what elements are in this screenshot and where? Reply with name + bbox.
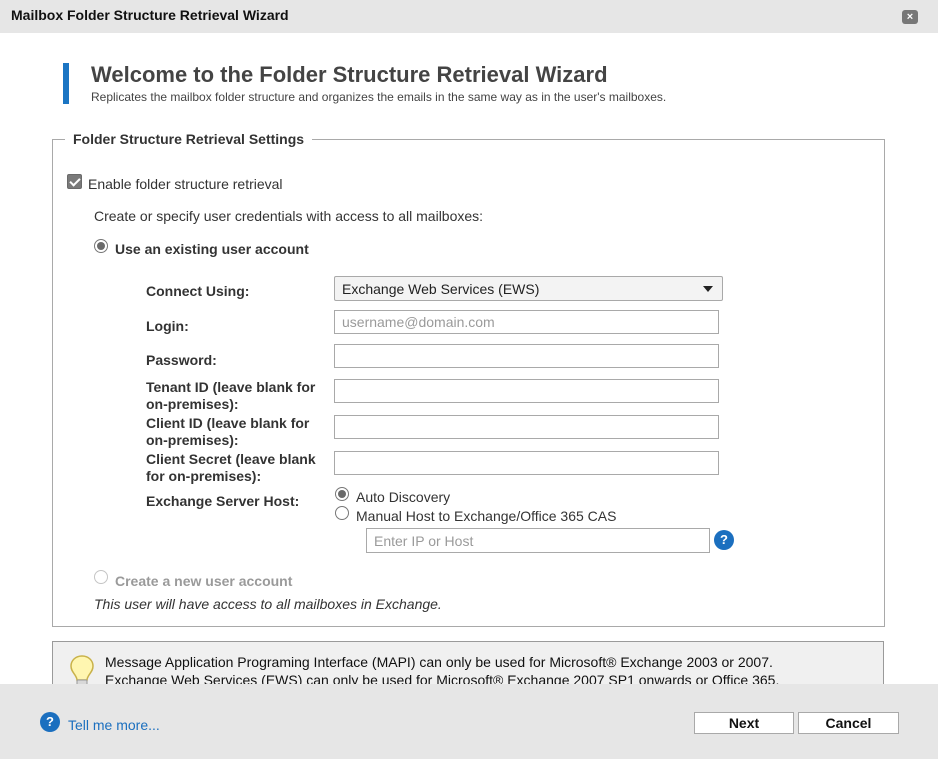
new-account-label[interactable]: Create a new user account: [115, 573, 292, 589]
header-accent-bar: [63, 63, 69, 104]
manual-host-radio[interactable]: [335, 506, 349, 520]
exchange-host-label: Exchange Server Host:: [146, 493, 300, 509]
note-line-1: Message Application Programing Interface…: [105, 654, 773, 670]
settings-legend: Folder Structure Retrieval Settings: [65, 131, 313, 147]
access-note: This user will have access to all mailbo…: [94, 596, 442, 612]
page-subtitle: Replicates the mailbox folder structure …: [91, 90, 667, 104]
title-bar: Mailbox Folder Structure Retrieval Wizar…: [0, 0, 938, 33]
help-icon[interactable]: ?: [714, 530, 734, 550]
client-id-label: Client ID (leave blank for on-premises):: [146, 415, 310, 448]
cancel-button[interactable]: Cancel: [798, 712, 899, 734]
tenant-id-label: Tenant ID (leave blank for on-premises):: [146, 379, 316, 412]
login-input[interactable]: [334, 310, 719, 334]
tell-me-more-link[interactable]: Tell me more...: [68, 717, 160, 733]
client-secret-label: Client Secret (leave blank for on-premis…: [146, 451, 316, 484]
chevron-down-icon: [703, 286, 713, 292]
next-button[interactable]: Next: [694, 712, 794, 734]
page-title: Welcome to the Folder Structure Retrieva…: [91, 62, 608, 87]
enable-retrieval-checkbox[interactable]: [67, 174, 82, 189]
credentials-prompt: Create or specify user credentials with …: [94, 208, 484, 224]
connect-using-value: Exchange Web Services (EWS): [342, 281, 540, 297]
tenant-id-input[interactable]: [334, 379, 719, 403]
connect-using-select[interactable]: Exchange Web Services (EWS): [334, 276, 723, 301]
auto-discovery-label[interactable]: Auto Discovery: [356, 489, 450, 505]
manual-host-label[interactable]: Manual Host to Exchange/Office 365 CAS: [356, 508, 616, 524]
existing-account-radio[interactable]: [94, 239, 108, 253]
auto-discovery-radio[interactable]: [335, 487, 349, 501]
new-account-radio[interactable]: [94, 570, 108, 584]
connect-using-label: Connect Using:: [146, 283, 250, 299]
existing-account-label[interactable]: Use an existing user account: [115, 241, 309, 257]
enable-retrieval-label[interactable]: Enable folder structure retrieval: [88, 176, 283, 192]
close-icon[interactable]: ×: [902, 10, 918, 24]
client-id-input[interactable]: [334, 415, 719, 439]
window-title: Mailbox Folder Structure Retrieval Wizar…: [11, 7, 289, 23]
client-secret-input[interactable]: [334, 451, 719, 475]
host-input[interactable]: [366, 528, 710, 553]
password-input[interactable]: [334, 344, 719, 368]
password-label: Password:: [146, 352, 217, 368]
login-label: Login:: [146, 318, 189, 334]
help-icon[interactable]: ?: [40, 712, 60, 732]
